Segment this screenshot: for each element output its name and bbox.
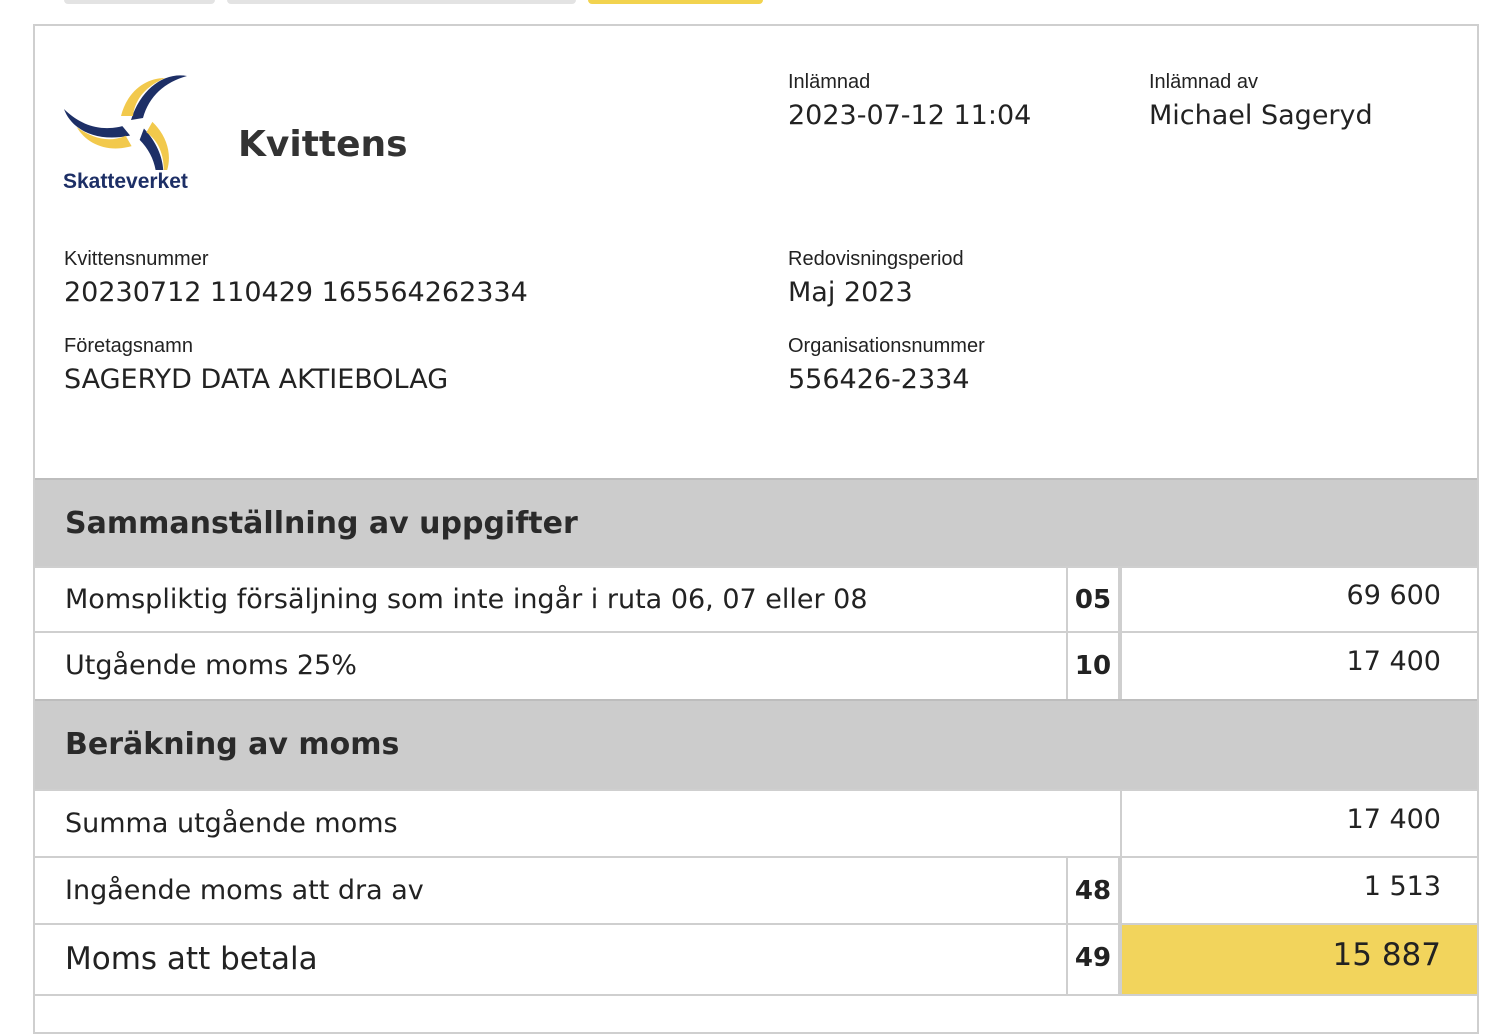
receipt-number-value: 20230712 110429 165564262334 xyxy=(64,277,528,308)
row-amount: 17 400 xyxy=(1346,646,1441,677)
total-amount-cell: 15 887 xyxy=(1120,925,1477,994)
period-label: Redovisningsperiod xyxy=(788,248,964,270)
row-amount-cell: 1 513 xyxy=(1120,858,1477,923)
row-description: Ingående moms att dra av xyxy=(65,875,424,906)
receipt-header: Skatteverket Kvittens Inlämnad 2023-07-1… xyxy=(35,26,1477,478)
company-label: Företagsnamn xyxy=(64,335,193,357)
row-amount-cell: 17 400 xyxy=(1120,791,1477,856)
row-description: Summa utgående moms xyxy=(65,808,398,839)
tab-active[interactable] xyxy=(588,0,763,4)
row-code: 48 xyxy=(1066,858,1120,923)
row-amount-cell: 69 600 xyxy=(1120,568,1477,633)
receipt-card: Skatteverket Kvittens Inlämnad 2023-07-1… xyxy=(33,24,1479,1034)
table-row: Ingående moms att dra av 48 1 513 xyxy=(35,856,1477,923)
period-value: Maj 2023 xyxy=(788,277,913,308)
tab-2[interactable] xyxy=(227,0,576,4)
calculation-section-title: Beräkning av moms xyxy=(65,727,400,762)
row-description: Utgående moms 25% xyxy=(65,650,357,681)
period-field: Redovisningsperiod Maj 2023 xyxy=(788,248,964,308)
company-field: Företagsnamn SAGERYD DATA AKTIEBOLAG xyxy=(64,335,448,395)
skatteverket-logo: Skatteverket xyxy=(63,66,208,200)
row-code: 10 xyxy=(1066,633,1120,699)
total-row: Moms att betala 49 15 887 xyxy=(35,923,1477,996)
table-row: Utgående moms 25% 10 17 400 xyxy=(35,631,1477,699)
org-number-label: Organisationsnummer xyxy=(788,335,985,357)
table-row: Summa utgående moms 17 400 xyxy=(35,789,1477,856)
company-value: SAGERYD DATA AKTIEBOLAG xyxy=(64,364,449,395)
row-amount: 17 400 xyxy=(1346,804,1441,835)
page-title: Kvittens xyxy=(238,124,408,165)
total-code: 49 xyxy=(1066,925,1120,994)
calculation-section-header: Beräkning av moms xyxy=(35,699,1477,789)
submitted-value: 2023-07-12 11:04 xyxy=(788,100,1032,131)
submitted-label: Inlämnad xyxy=(788,71,871,93)
top-tab-strip xyxy=(0,0,1496,26)
row-description: Momspliktig försäljning som inte ingår i… xyxy=(65,584,868,615)
submitted-by-value: Michael Sageryd xyxy=(1149,100,1373,131)
org-number-field: Organisationsnummer 556426-2334 xyxy=(788,335,985,395)
submitted-by-label: Inlämnad av xyxy=(1149,71,1258,93)
row-amount-cell: 17 400 xyxy=(1120,633,1477,699)
submitted-field: Inlämnad 2023-07-12 11:04 xyxy=(788,71,1031,131)
tab-1[interactable] xyxy=(64,0,215,4)
submitted-by-field: Inlämnad av Michael Sageryd xyxy=(1149,71,1373,131)
skatteverket-logo-icon xyxy=(63,75,187,200)
row-amount: 1 513 xyxy=(1363,871,1441,902)
row-code: 05 xyxy=(1066,568,1120,633)
table-row: Momspliktig försäljning som inte ingår i… xyxy=(35,566,1477,633)
org-number-value: 556426-2334 xyxy=(788,364,970,395)
logo-wordmark: Skatteverket xyxy=(63,170,188,193)
summary-section-header: Sammanställning av uppgifter xyxy=(35,478,1477,566)
row-amount: 69 600 xyxy=(1346,580,1441,611)
total-amount: 15 887 xyxy=(1332,937,1441,973)
receipt-number-field: Kvittensnummer 20230712 110429 165564262… xyxy=(64,248,528,308)
receipt-number-label: Kvittensnummer xyxy=(64,248,209,270)
total-description: Moms att betala xyxy=(65,941,318,977)
summary-section-title: Sammanställning av uppgifter xyxy=(65,506,578,541)
